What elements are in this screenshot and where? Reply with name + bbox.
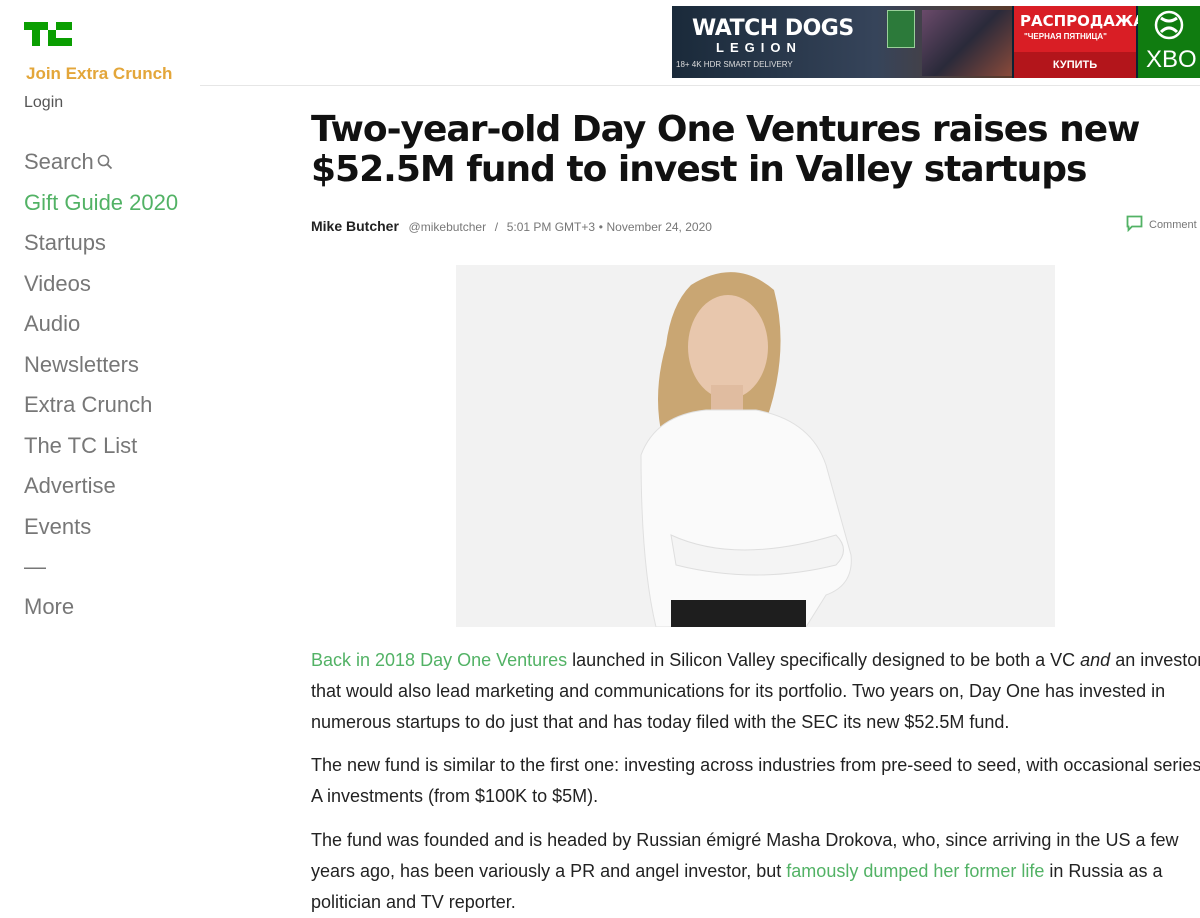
ad-sale-panel: РАСПРОДАЖА "ЧЕРНАЯ ПЯТНИЦА" КУПИТЬ: [1014, 6, 1145, 78]
search-icon: [97, 149, 113, 177]
nav-item-videos[interactable]: Videos: [24, 270, 178, 311]
ad-banner[interactable]: WATCH DOGS LEGION 18+ 4K HDR SMART DELIV…: [672, 6, 1200, 78]
ad-title: WATCH DOGS: [692, 16, 854, 41]
xbox-icon: [1154, 10, 1184, 45]
former-life-link[interactable]: famously dumped her former life: [786, 861, 1044, 881]
publish-date: November 24, 2020: [606, 220, 712, 234]
author-link[interactable]: Mike Butcher: [311, 218, 399, 234]
comment-label: Comment: [1149, 219, 1197, 231]
nav-item-events[interactable]: Events: [24, 513, 178, 554]
login-link[interactable]: Login: [24, 94, 63, 112]
day-one-ventures-link[interactable]: Back in 2018 Day One Ventures: [311, 650, 567, 670]
nav-item-gift-guide[interactable]: Gift Guide 2020: [24, 189, 178, 230]
p1-emphasis: and: [1080, 650, 1111, 670]
comment-button[interactable]: Comment: [1126, 215, 1197, 235]
main-nav: Search Gift Guide 2020 Startups Videos A…: [24, 148, 178, 634]
ad-sale-label: РАСПРОДАЖА: [1020, 12, 1145, 30]
nav-item-audio[interactable]: Audio: [24, 310, 178, 351]
techcrunch-logo[interactable]: [24, 22, 72, 46]
sidebar: Join Extra Crunch Login Search Gift Guid…: [0, 0, 200, 918]
nav-search-label: Search: [24, 149, 94, 174]
header-divider: [200, 85, 1200, 86]
nav-divider: —: [24, 554, 46, 579]
nav-item-advertise[interactable]: Advertise: [24, 472, 178, 513]
nav-item-newsletters[interactable]: Newsletters: [24, 351, 178, 392]
ad-tags: 18+ 4K HDR SMART DELIVERY: [676, 60, 793, 69]
tc-logo-icon: [24, 22, 72, 46]
ad-xbox-panel: XBO: [1138, 6, 1200, 78]
byline: Mike Butcher @mikebutcher / 5:01 PM GMT+…: [311, 218, 712, 234]
nav-item-search[interactable]: Search: [24, 148, 178, 189]
article-paragraph-3: The fund was founded and is headed by Ru…: [311, 825, 1200, 918]
ad-xbox-label: XBO: [1146, 46, 1197, 73]
ad-subtitle: LEGION: [716, 40, 802, 55]
nav-item-extra-crunch[interactable]: Extra Crunch: [24, 391, 178, 432]
article-paragraph-1: Back in 2018 Day One Ventures launched i…: [311, 645, 1200, 738]
article-paragraph-2: The new fund is similar to the first one…: [311, 755, 1200, 806]
nav-item-tc-list[interactable]: The TC List: [24, 432, 178, 473]
author-twitter-handle[interactable]: @mikebutcher: [409, 220, 487, 234]
p1-text-a: launched in Silicon Valley specifically …: [567, 650, 1081, 670]
publish-time: 5:01 PM GMT+3: [506, 220, 596, 234]
ad-characters-art: [922, 10, 1012, 76]
article-headline: Two-year-old Day One Ventures raises new…: [311, 109, 1140, 190]
portrait-illustration: [456, 265, 1055, 627]
ad-game-box: [887, 10, 915, 48]
nav-item-startups[interactable]: Startups: [24, 229, 178, 270]
byline-separator: /: [494, 220, 499, 234]
comment-icon: [1126, 215, 1143, 235]
article-hero-image: [456, 265, 1055, 627]
join-extra-crunch-link[interactable]: Join Extra Crunch: [26, 64, 172, 84]
byline-dot: •: [598, 220, 603, 234]
nav-item-more[interactable]: More: [24, 593, 178, 634]
ad-sale-sub: "ЧЕРНАЯ ПЯТНИЦА": [1024, 32, 1107, 41]
ad-buy-button[interactable]: КУПИТЬ: [1014, 52, 1136, 78]
